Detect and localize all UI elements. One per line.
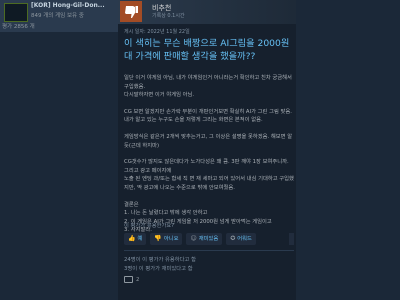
- award-button[interactable]: ✪ 어워드: [226, 233, 256, 245]
- funny-count: 3명이 이 평가가 재미있다고 함: [124, 266, 193, 272]
- review-paragraph: 일단 이거 야게임 아님, 내가 야게임인거 아니라는거 확인하고 친차 궁금해…: [124, 75, 292, 99]
- vote-funny-button[interactable]: ☺ 재미있음: [186, 233, 223, 245]
- thumbs-down-icon: 👎: [154, 235, 162, 242]
- award-icon: ✪: [230, 235, 236, 242]
- review-paragraph: CG 보면 알겠지만 손가락 부분이 개판인거보면 확실히 AI가 그린 그림 …: [124, 108, 292, 124]
- helpful-question: 이 평가가 유용한가요?: [124, 223, 175, 229]
- reviewer-username[interactable]: [KOR] Hong-Gil-Don...: [31, 2, 105, 9]
- award-label: 어워드: [237, 236, 252, 242]
- reviews-count[interactable]: 평가 2856 개: [2, 22, 35, 30]
- vote-no-button[interactable]: 👎 아니요: [150, 233, 183, 245]
- review-body: 일단 이거 야게임 아님, 내가 야게임인거 아니라는거 확인하고 친차 궁금해…: [124, 74, 294, 243]
- review-title: 이 색히는 무슨 배짱으로 AI그림을 2000원대 가격에 판매할 생각을 했…: [124, 38, 290, 62]
- review-paragraph: CG갯수가 많지도 않은데다가 노가다성은 꽤 큼. 3판 깨야 1장 보여주니…: [124, 159, 294, 191]
- review-paragraph: 결론은 1. 나는 돈 날렸다고 밖에 생각 안하고 2. 이 게임은 AI가 …: [124, 201, 272, 234]
- thumbs-down-icon: [125, 6, 138, 18]
- games-owned[interactable]: 849 개의 게임 보유 중: [31, 11, 84, 19]
- not-recommended-thumb: [120, 1, 142, 22]
- vote-row: 👍 예 👎 아니요 ☺ 재미있음 ✪ 어워드: [124, 233, 256, 245]
- helpful-count: 24명이 이 평가가 유용하다고 함: [124, 257, 196, 263]
- report-flag-button[interactable]: [289, 233, 294, 245]
- playtime: 기록상 0.1시간: [152, 13, 185, 19]
- comment-icon: [124, 276, 133, 283]
- comment-count: 2: [136, 276, 140, 283]
- divider: [124, 250, 294, 251]
- vote-no-label: 아니요: [163, 236, 179, 242]
- vote-yes-label: 예: [137, 236, 143, 242]
- vote-funny-label: 재미있음: [198, 236, 219, 242]
- verdict-bar: [118, 0, 296, 24]
- smiley-icon: ☺: [190, 235, 197, 242]
- posted-date: 게시 일자: 2022년 11월 22일: [124, 29, 190, 35]
- comments-link[interactable]: 2: [124, 276, 139, 283]
- thumbs-up-icon: 👍: [128, 235, 136, 242]
- review-paragraph: 게임방식은 같은거 2개씩 맞추는거고, 그 이상은 설명을 못하겠음. 해보면…: [124, 133, 293, 149]
- vote-yes-button[interactable]: 👍 예: [124, 233, 147, 245]
- avatar[interactable]: [4, 3, 28, 22]
